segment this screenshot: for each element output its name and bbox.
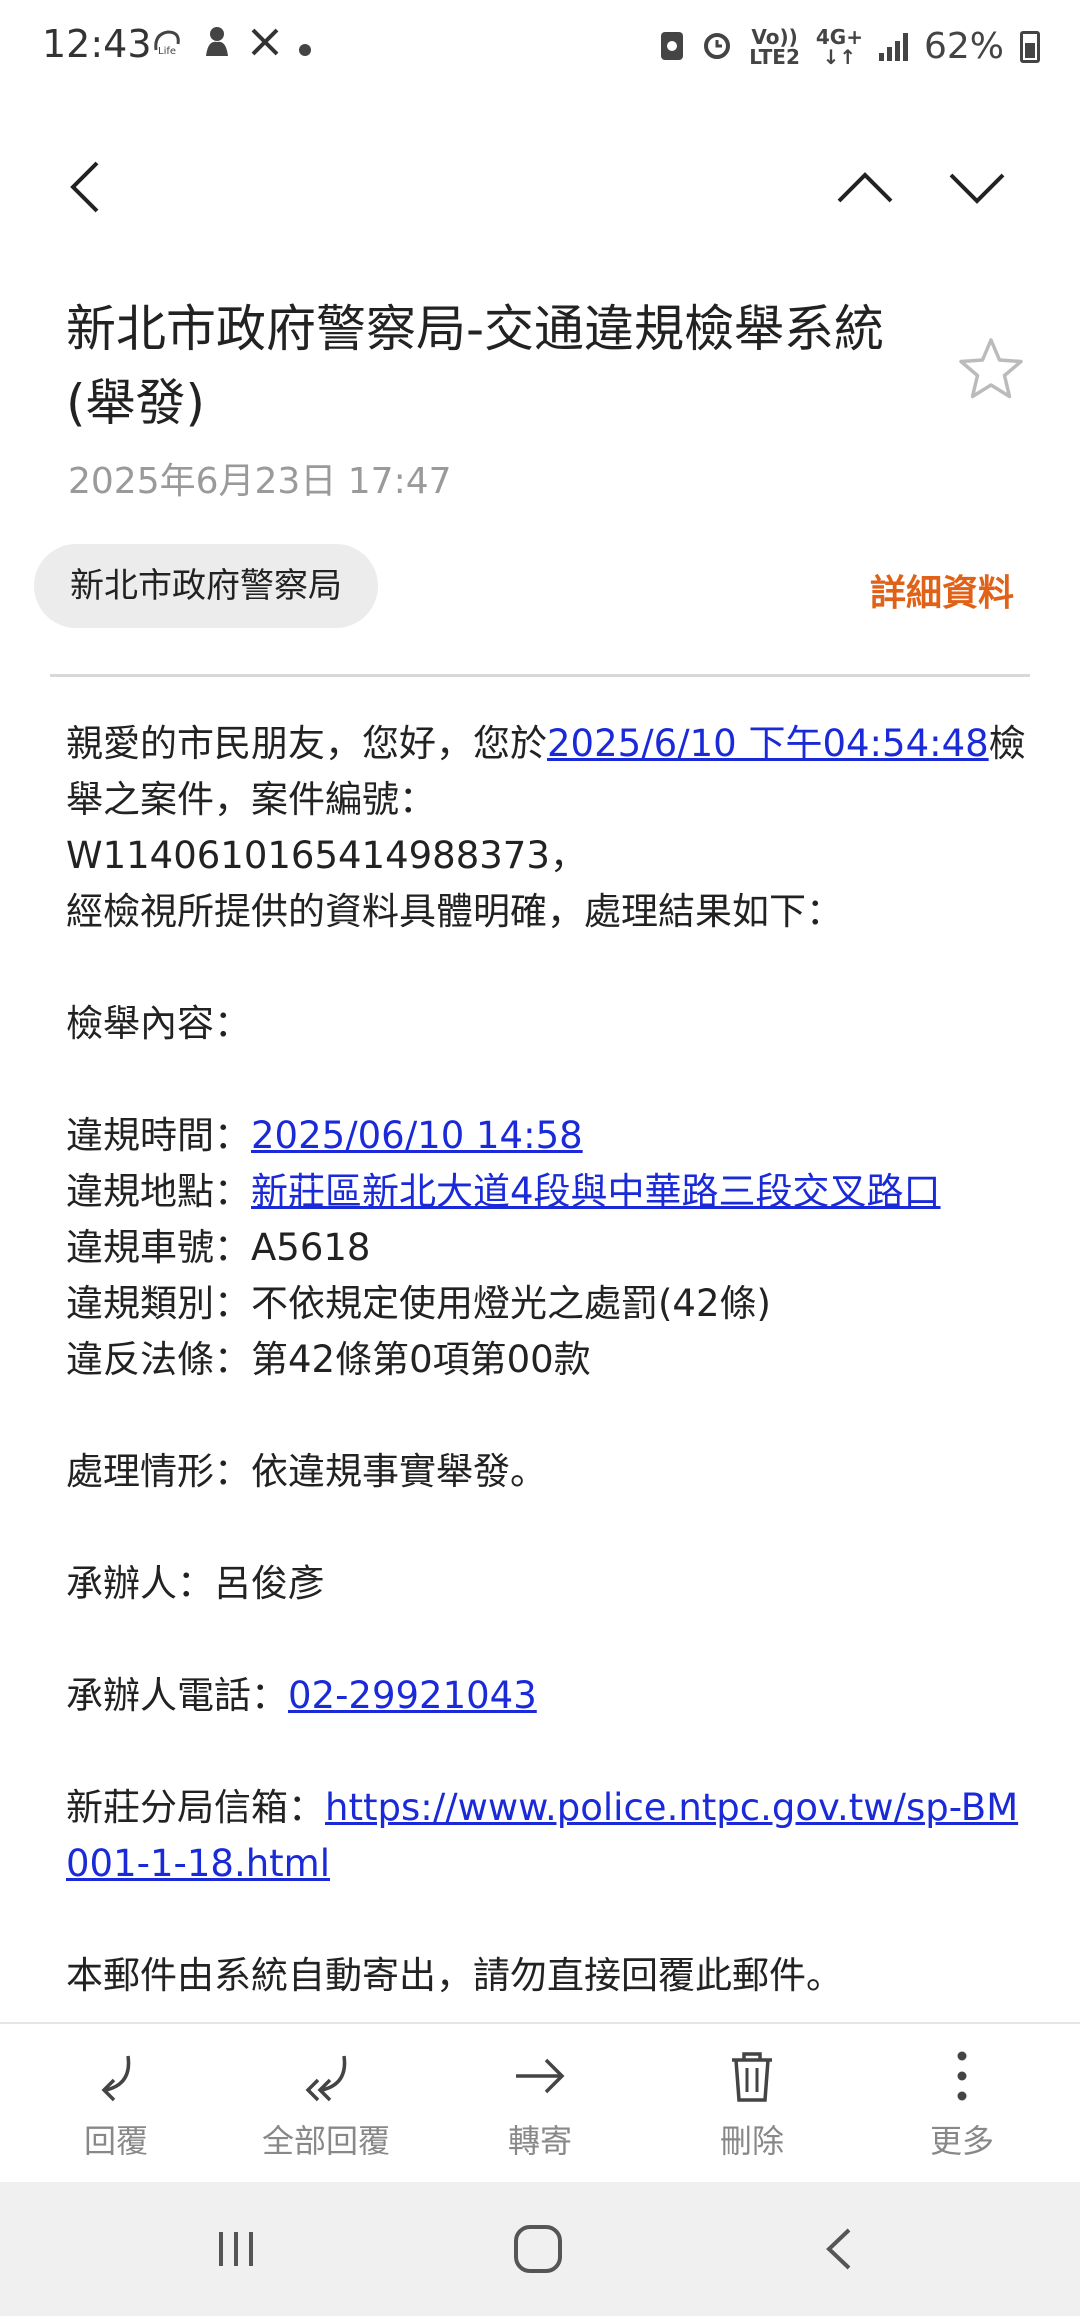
forward-button[interactable]: 轉寄 <box>450 2048 630 2162</box>
dot-icon <box>298 26 312 70</box>
lte-app-icon: Life <box>150 24 184 71</box>
recent-apps-button[interactable] <box>196 2214 276 2284</box>
battery-icon <box>1020 30 1040 63</box>
officer-row: 承辦人：呂俊彥 <box>66 1562 325 1605</box>
delete-button[interactable]: 刪除 <box>662 2048 842 2162</box>
back-nav-button[interactable] <box>800 2214 880 2284</box>
notification-icon <box>202 24 232 71</box>
chevron-up-icon <box>837 172 893 203</box>
status-bar: 12:43 Life Vo)) LTE2 4G+ ↓↑ 62% <box>0 0 1080 96</box>
phone-row: 承辦人電話：02-29921043 <box>66 1674 537 1717</box>
alarm-icon <box>701 29 733 65</box>
chevron-left-icon <box>70 161 99 213</box>
violation-place-row: 違規地點：新莊區新北大道4段與中華路三段交叉路口 <box>66 1170 941 1213</box>
phone-link[interactable]: 02-29921043 <box>288 1674 537 1717</box>
category-row: 違規類別：不依規定使用燈光之處罰(42條) <box>66 1282 771 1325</box>
violation-time-link[interactable]: 2025/06/10 14:58 <box>251 1114 583 1157</box>
violation-place-link[interactable]: 新莊區新北大道4段與中華路三段交叉路口 <box>251 1170 941 1213</box>
forward-icon <box>516 2058 565 2094</box>
reply-button[interactable]: 回覆 <box>26 2048 206 2162</box>
data-arrows-icon: ↓↑ <box>822 44 857 69</box>
content-heading: 檢舉內容： <box>66 1002 251 1045</box>
home-icon <box>514 2225 562 2273</box>
home-button[interactable] <box>498 2214 578 2284</box>
law-row: 違反法條：第42條第0項第00款 <box>66 1338 591 1381</box>
previous-mail-button[interactable] <box>820 142 910 232</box>
chevron-down-icon <box>949 173 1005 204</box>
system-nav-bar <box>0 2182 1080 2316</box>
star-button[interactable] <box>956 334 1026 404</box>
mail-subject: 新北市政府警察局-交通違規檢舉系統(舉發) <box>66 300 885 432</box>
status-time: 12:43 <box>42 22 152 66</box>
reply-all-icon <box>305 2055 347 2102</box>
handling-row: 處理情形：依違規事實舉發。 <box>66 1450 547 1493</box>
x-app-icon <box>250 26 280 70</box>
action-bar: 回覆 全部回覆 轉寄 刪除 更多 <box>0 2022 1080 2182</box>
report-datetime-link[interactable]: 2025/6/10 下午04:54:48 <box>547 722 989 765</box>
footer-note: 本郵件由系統自動寄出，請勿直接回覆此郵件。 <box>66 1954 843 1997</box>
case-number: W1140610165414988373， <box>66 834 587 877</box>
signal-icon <box>878 32 908 61</box>
top-nav <box>0 130 1080 250</box>
status-left-icons: Life <box>150 24 312 71</box>
trash-icon <box>732 2052 772 2102</box>
more-button[interactable]: 更多 <box>872 2048 1052 2162</box>
plate-row: 違規車號：A5618 <box>66 1226 371 1269</box>
back-nav-icon <box>826 2228 851 2270</box>
status-right-icons: Vo)) LTE2 4G+ ↓↑ 62% <box>659 26 1040 67</box>
reply-icon <box>101 2055 131 2102</box>
recent-apps-icon <box>219 2232 253 2266</box>
intro-paragraph: 親愛的市民朋友，您好，您於2025/6/10 下午04:54:48檢舉之案件，案… <box>66 722 1026 821</box>
divider <box>50 674 1030 677</box>
battery-percentage: 62% <box>923 26 1004 67</box>
reply-all-button[interactable]: 全部回覆 <box>236 2048 416 2162</box>
lock-rotate-icon <box>659 28 685 66</box>
violation-time-row: 違規時間：2025/06/10 14:58 <box>66 1114 583 1157</box>
mail-date: 2025年6月23日 17:47 <box>68 461 452 502</box>
details-button[interactable]: 詳細資料 <box>870 564 1014 616</box>
more-vertical-icon <box>957 2051 967 2101</box>
network-label: Vo)) LTE2 <box>749 24 800 69</box>
next-mail-button[interactable] <box>932 142 1022 232</box>
sender-chip[interactable]: 新北市政府警察局 <box>34 544 378 628</box>
svg-text:Life: Life <box>158 46 176 57</box>
review-line: 經檢視所提供的資料具體明確，處理結果如下： <box>66 890 843 933</box>
back-button[interactable] <box>44 142 134 232</box>
mail-body: 親愛的市民朋友，您好，您於2025/6/10 下午04:54:48檢舉之案件，案… <box>66 716 1026 2004</box>
star-icon <box>959 338 1023 399</box>
mailbox-row: 新莊分局信箱：https://www.police.ntpc.gov.tw/sp… <box>66 1786 1019 1885</box>
network-type: 4G+ ↓↑ <box>815 24 863 69</box>
